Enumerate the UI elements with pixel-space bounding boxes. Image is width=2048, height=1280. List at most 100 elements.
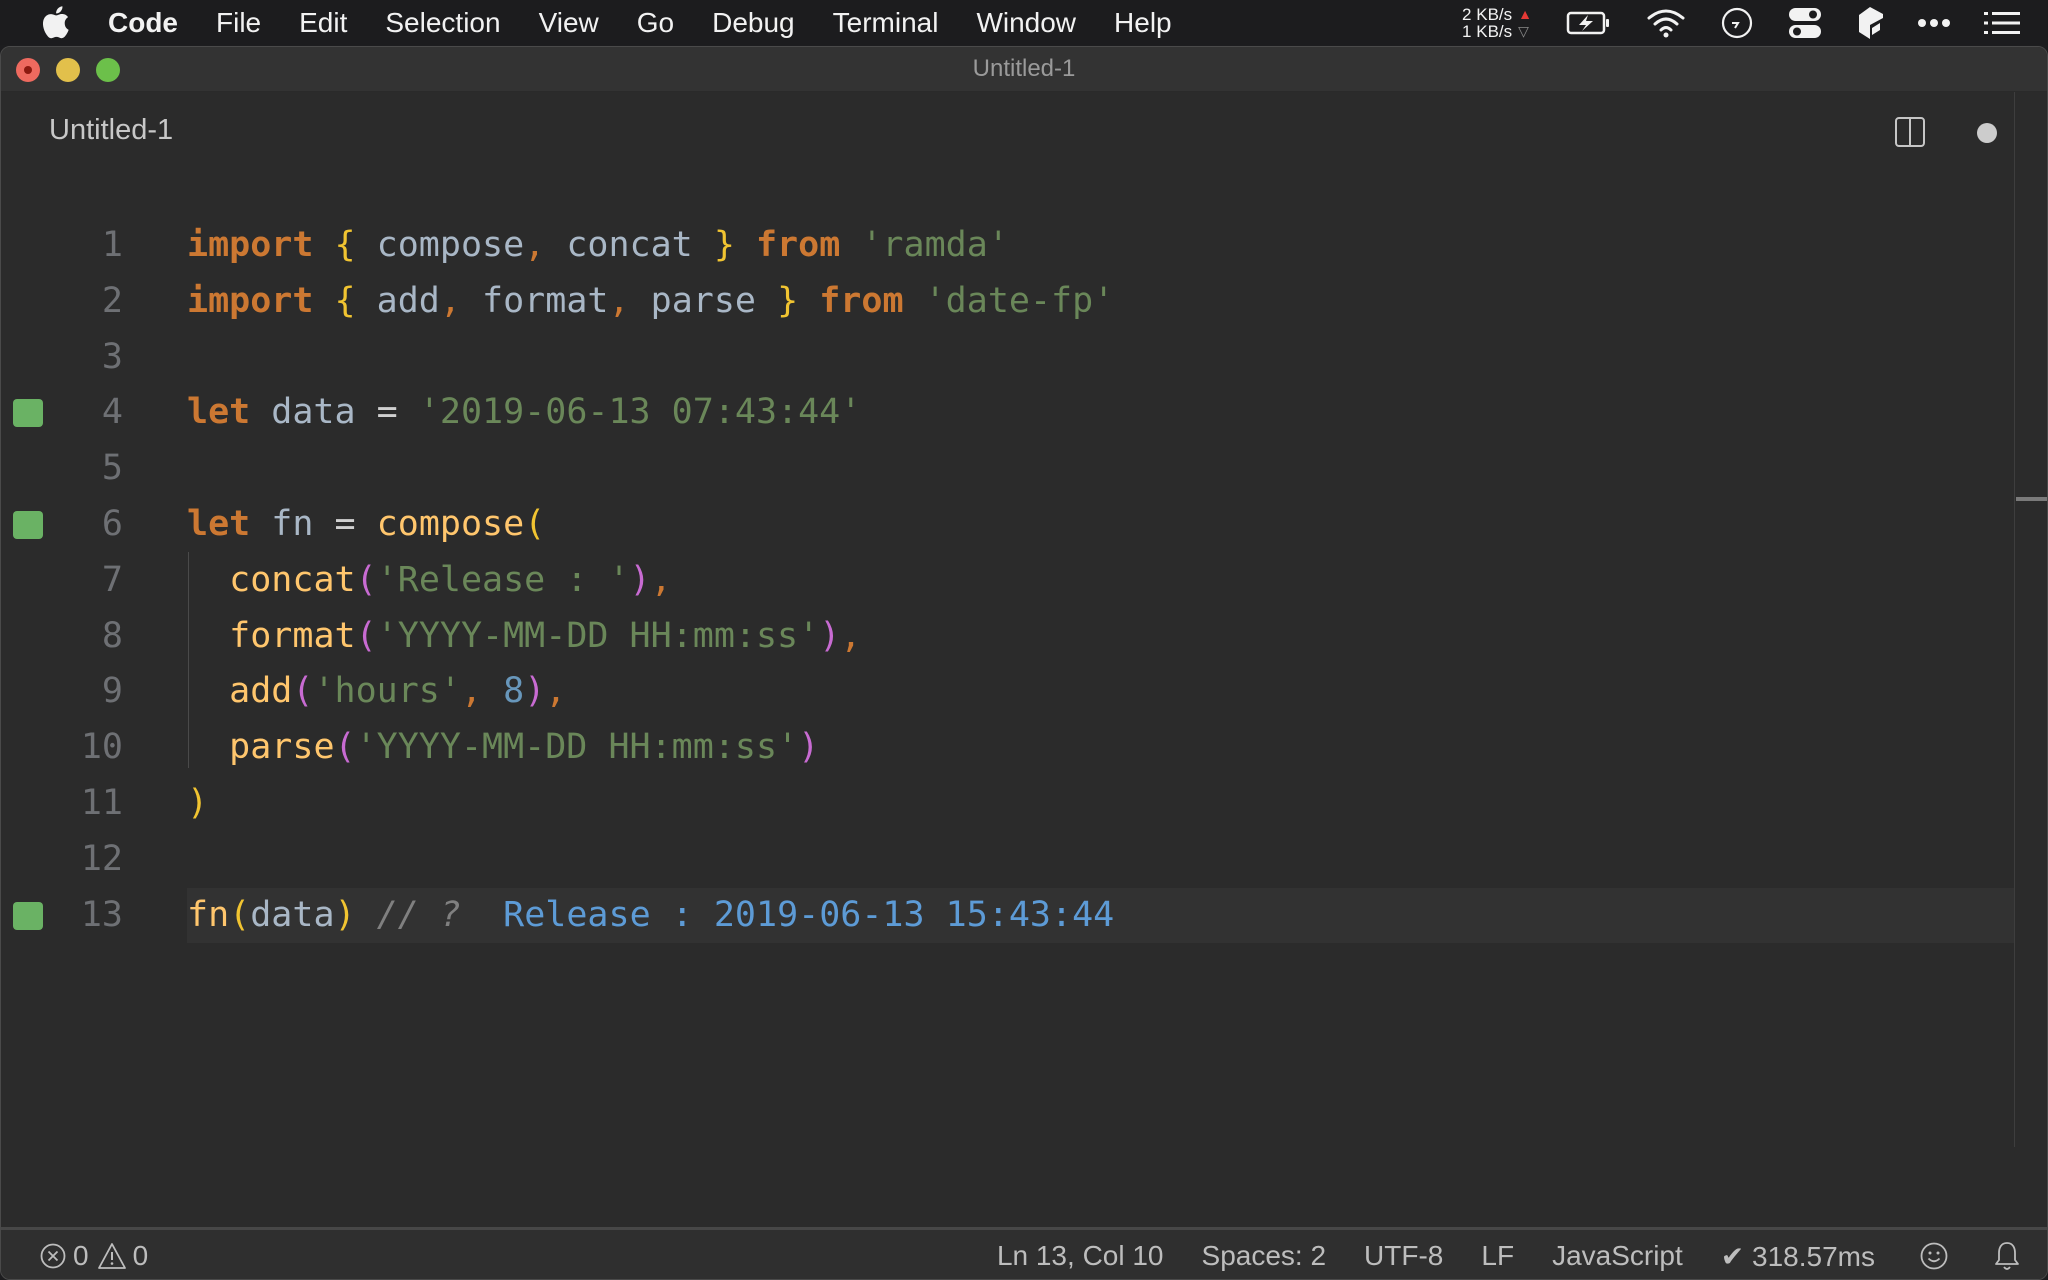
code-line[interactable]: 2 import { add, format, parse } from 'dat… [1,274,2014,329]
problems-indicator[interactable]: 0 0 [39,1230,156,1279]
quokka-timing[interactable]: ✔ 318.57ms [1721,1240,1875,1273]
token-op [187,616,229,656]
code-line[interactable]: 1 import { compose, concat } from 'ramda' [1,218,2014,273]
cursor-position[interactable]: Ln 13, Col 10 [997,1240,1164,1272]
end-of-line[interactable]: LF [1481,1240,1514,1272]
menu-selection[interactable]: Selection [385,7,500,39]
token-id: data [250,894,335,935]
token-op [904,281,925,321]
line-number: 9 [101,671,123,712]
network-speed[interactable]: 2 KB/s 1 KB/s [1462,6,1512,40]
more-dots-icon[interactable] [1918,18,1950,28]
wifi-icon[interactable] [1646,8,1686,38]
token-fn: format [229,615,356,656]
line-number: 4 [101,392,123,433]
token-str: 'hours' [313,671,461,712]
code-line[interactable]: 11) [1,776,2014,831]
scrollbar-cursor-marker [2016,497,2047,501]
download-speed: 1 KB/s [1462,21,1513,41]
menu-app-code[interactable]: Code [108,7,178,39]
notifications-bell-icon[interactable] [1993,1240,2021,1272]
clock-icon[interactable] [1720,6,1754,40]
line-number: 12 [80,838,123,879]
token-id: add [355,280,440,321]
line-number: 8 [101,615,123,656]
line-number: 11 [80,783,123,823]
menu-view[interactable]: View [539,7,599,39]
token-brace: ( [524,504,546,544]
token-punc: , [840,615,862,656]
code-line[interactable]: 8 format('YYYY-MM-DD HH:mm:ss'), [1,609,2014,664]
code-line[interactable]: 5 [1,441,2014,496]
menu-go[interactable]: Go [637,7,674,39]
warning-count: 0 [132,1240,149,1271]
line-number: 10 [80,727,123,768]
macos-menu-bar: Code File Edit Selection View Go Debug T… [0,0,2048,45]
menu-debug[interactable]: Debug [712,7,795,39]
code-text: ) [187,776,208,831]
battery-charging-icon[interactable] [1566,10,1612,36]
code-text: import { add, format, parse } from 'date… [187,274,1114,329]
token-paren2: ) [798,727,820,768]
token-op: = [376,392,398,433]
code-text: let fn = compose( [187,497,545,552]
code-line[interactable]: 3 [1,330,2014,385]
vertical-scrollbar[interactable] [2014,92,2047,1147]
tab-untitled-1[interactable]: Untitled-1 [49,114,173,147]
upload-speed: 2 KB/s [1462,4,1513,24]
menu-items: Code File Edit Selection View Go Debug T… [108,0,1210,45]
menu-edit[interactable]: Edit [299,7,347,39]
token-brace: } [713,225,735,265]
token-id: concat [545,225,714,265]
code-editor[interactable]: 1 import { compose, concat } from 'ramda'… [1,172,2047,1227]
cube-app-icon[interactable] [1856,6,1884,40]
language-mode[interactable]: JavaScript [1552,1240,1683,1272]
line-number: 13 [80,894,123,935]
code-line[interactable]: 4 let data = '2019-06-13 07:43:44' [1,385,2014,440]
warning-icon [97,1243,126,1269]
token-id: fn [250,504,335,544]
list-menu-icon[interactable] [1984,11,2020,35]
token-id: compose [355,225,525,265]
split-editor-icon[interactable] [1894,116,1926,148]
encoding[interactable]: UTF-8 [1364,1240,1443,1272]
menu-file[interactable]: File [216,7,261,39]
download-arrow-icon: ▽ [1518,22,1529,39]
token-punc: , [460,671,483,712]
token-op [398,392,419,432]
token-punc: , [608,280,630,321]
window-title: Untitled-1 [972,55,1076,82]
feedback-smiley-icon[interactable] [1919,1241,1949,1271]
token-brace: { [334,280,356,321]
token-cmt: // ? [376,894,461,935]
status-tray: 2 KB/s 1 KB/s ▲ ▽ [1462,0,2048,45]
coverage-marker-icon[interactable] [13,399,43,428]
menu-terminal[interactable]: Terminal [833,7,939,39]
menu-window[interactable]: Window [976,7,1076,39]
unsaved-changes-dot-icon[interactable] [1977,123,1997,143]
code-text: parse('YYYY-MM-DD HH:mm:ss') [187,720,819,775]
code-line[interactable]: 12 [1,832,2014,887]
token-punc: , [524,225,546,265]
coverage-marker-icon[interactable] [13,901,43,930]
code-line[interactable]: 6 let fn = compose( [1,497,2014,552]
code-line[interactable]: 9 add('hours', 8), [1,664,2014,719]
code-text: import { compose, concat } from 'ramda' [187,218,1009,273]
token-paren2: ) [524,671,546,712]
indentation[interactable]: Spaces: 2 [1202,1240,1327,1272]
token-str: 'YYYY-MM-DD HH:mm:ss' [355,727,799,768]
code-line[interactable]: 7 concat('Release : '), [1,553,2014,608]
coverage-marker-icon[interactable] [13,511,43,539]
code-text: fn(data) // ? Release : 2019-06-13 15:43… [187,888,1114,943]
token-paren2: ) [819,615,841,656]
token-paren2: ( [355,559,377,600]
token-fn: parse [229,727,335,768]
status-bar: 0 0 Ln 13, Col 10 Spaces: 2 UTF-8 LF Jav… [1,1227,2047,1279]
code-line[interactable]: 13 fn(data) // ? Release : 2019-06-13 15:… [1,887,2014,943]
token-kw: let [187,392,251,433]
token-brace: ) [187,783,209,823]
menu-help[interactable]: Help [1114,7,1172,39]
apple-logo-icon[interactable] [40,4,70,40]
toggle-control-icon[interactable] [1788,7,1822,39]
code-line[interactable]: 10 parse('YYYY-MM-DD HH:mm:ss') [1,720,2014,775]
